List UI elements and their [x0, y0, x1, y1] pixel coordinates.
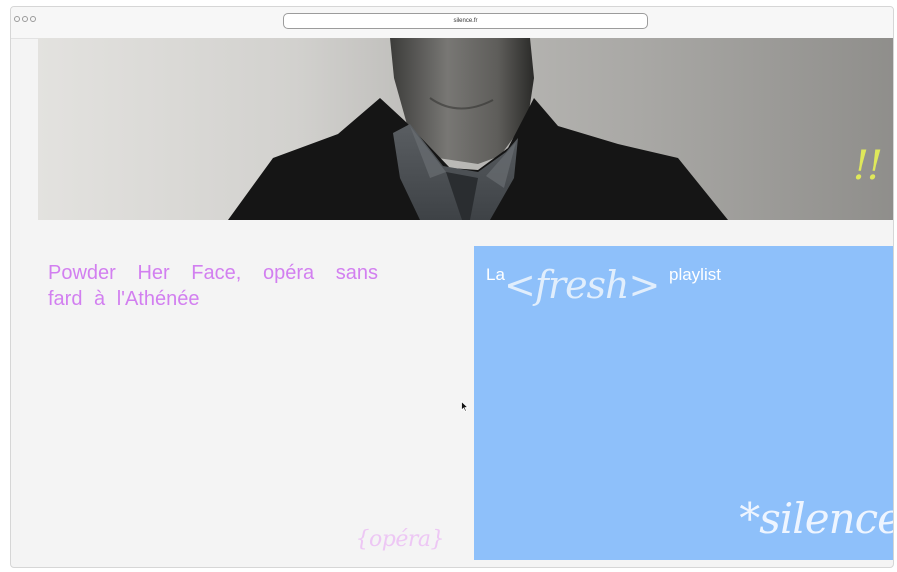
article-category-tag[interactable]: {opéra}: [356, 527, 445, 552]
browser-window: silence.fr !! Powder Her Face, opéra san…: [10, 6, 894, 568]
address-bar[interactable]: silence.fr: [283, 13, 648, 29]
window-controls: [14, 16, 36, 22]
close-window-button[interactable]: [14, 16, 20, 22]
portrait-photo: [228, 38, 728, 220]
article-title[interactable]: Powder Her Face, opéra sans fard à l'Ath…: [48, 260, 378, 312]
hero-accent-marks: !!: [852, 143, 883, 189]
article-card[interactable]: Powder Her Face, opéra sans fard à l'Ath…: [38, 246, 450, 560]
zoom-window-button[interactable]: [30, 16, 36, 22]
silence-brand-logo: *silence: [739, 494, 894, 543]
playlist-card[interactable]: La <fresh> playlist *silence: [474, 246, 894, 560]
playlist-prefix: La: [486, 265, 505, 284]
hero-banner[interactable]: !!: [38, 38, 893, 220]
browser-titlebar: silence.fr: [11, 7, 893, 39]
minimize-window-button[interactable]: [22, 16, 28, 22]
arrow-cursor-icon: [461, 399, 469, 417]
playlist-suffix: playlist: [669, 265, 721, 284]
address-bar-url: silence.fr: [453, 18, 478, 24]
playlist-highlight-word: <fresh>: [504, 263, 660, 307]
